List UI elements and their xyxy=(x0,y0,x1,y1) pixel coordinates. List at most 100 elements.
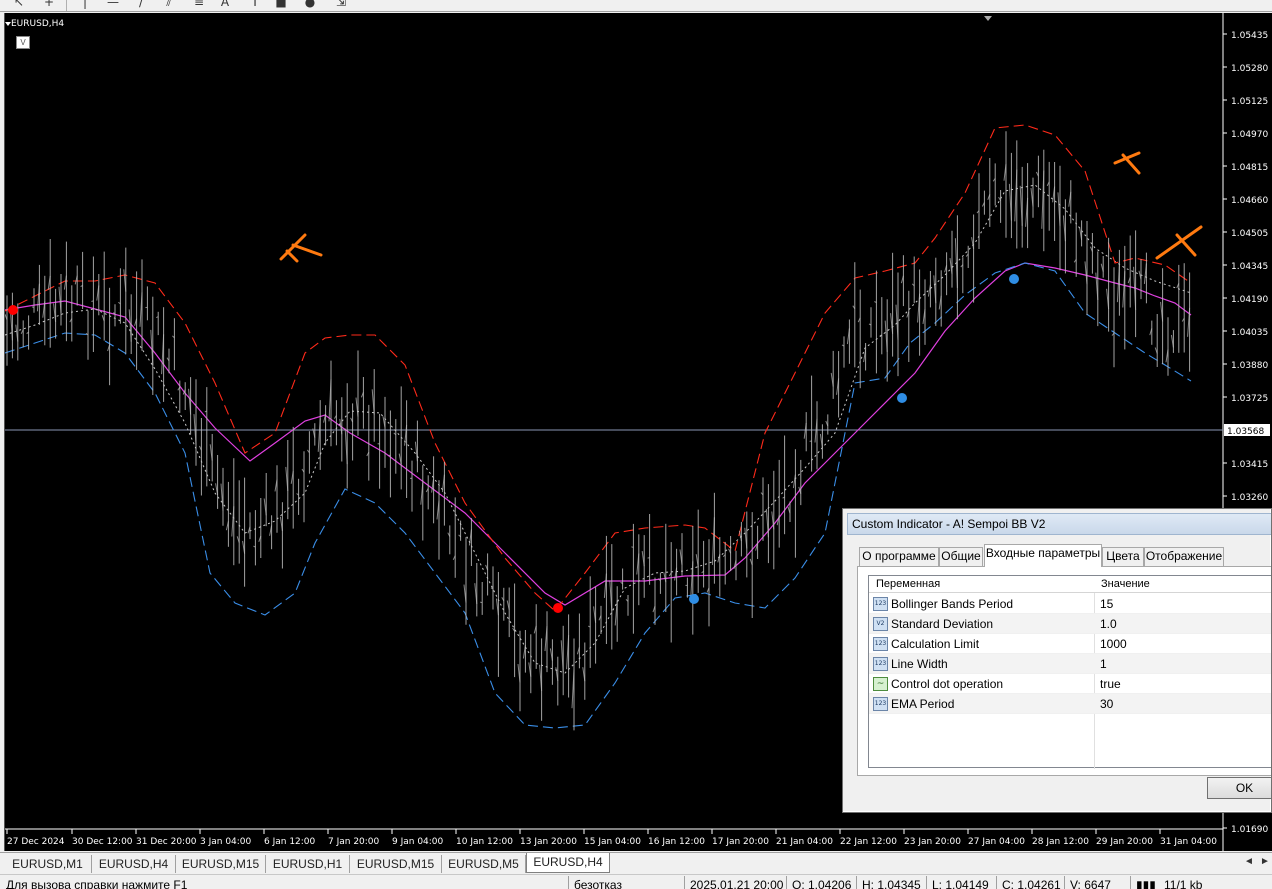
vertical-line-icon[interactable]: | xyxy=(74,0,96,10)
param-name: Calculation Limit xyxy=(891,637,980,651)
fibonacci-icon[interactable]: ≡ xyxy=(188,0,210,10)
chart-tab[interactable]: EURUSD,M1 xyxy=(4,855,92,873)
param-value[interactable]: 30 xyxy=(1100,694,1271,714)
time-axis-label: 28 Jan 12:00 xyxy=(1032,837,1089,847)
status-bar: Для вызова справки нажмите F1 безотказ 2… xyxy=(0,874,1272,889)
time-axis-label: 10 Jan 12:00 xyxy=(456,837,513,847)
connection-icon: ▮▮▮ xyxy=(1136,878,1156,889)
annotation-mark xyxy=(1155,225,1203,260)
time-axis-label: 29 Jan 20:00 xyxy=(1096,837,1153,847)
cursor-icon[interactable]: ↖ xyxy=(8,0,30,10)
price-bar-tick xyxy=(631,546,634,548)
tab-visualization[interactable]: Отображение xyxy=(1144,547,1224,566)
price-axis-label: 1.01690 xyxy=(1231,825,1268,835)
tab-colors[interactable]: Цвета xyxy=(1102,547,1144,566)
param-row[interactable]: V2 Standard Deviation 1.0 xyxy=(869,614,1271,634)
param-row[interactable]: 123 Calculation Limit 1000 xyxy=(869,634,1271,654)
param-value[interactable]: 15 xyxy=(1100,594,1271,614)
one-click-trading-toggle[interactable]: V xyxy=(16,36,30,49)
status-divider xyxy=(568,876,569,889)
param-row[interactable]: 123 Bollinger Bands Period 15 xyxy=(869,594,1271,614)
tab-about[interactable]: О программе xyxy=(859,547,939,566)
arrows-icon[interactable]: ⇲ xyxy=(330,0,352,10)
time-axis-label: 3 Jan 04:00 xyxy=(200,837,252,847)
equidistant-channel-icon[interactable]: ⫽ xyxy=(158,0,180,10)
text-icon[interactable]: A xyxy=(214,0,236,10)
chart-tab[interactable]: EURUSD,M15 xyxy=(350,855,442,873)
ok-button[interactable]: OK xyxy=(1207,777,1271,799)
label-icon[interactable]: T xyxy=(244,0,266,10)
time-axis-label: 13 Jan 20:00 xyxy=(520,837,577,847)
status-high: H: 1.04345 xyxy=(862,878,921,889)
rectangle-icon[interactable]: ■ xyxy=(270,0,292,10)
column-header-value[interactable]: Значение xyxy=(1094,576,1271,593)
ellipse-icon[interactable]: ● xyxy=(299,0,321,10)
chart-symbol-label: EURUSD,H4 xyxy=(11,19,65,29)
crosshair-icon[interactable]: + xyxy=(38,0,60,10)
chart-tab[interactable]: EURUSD,H4 xyxy=(92,855,176,873)
int-icon: 123 xyxy=(873,697,888,711)
sell-signal-dot xyxy=(8,305,18,315)
time-axis-label: 6 Jan 12:00 xyxy=(264,837,316,847)
status-profile[interactable]: безотказ xyxy=(574,878,622,889)
parameters-table: Переменная Значение 123 Bollinger Bands … xyxy=(868,575,1271,769)
param-value[interactable]: 1.0 xyxy=(1100,614,1271,634)
time-axis-label: 7 Jan 20:00 xyxy=(328,837,380,847)
price-bar-tick xyxy=(112,312,116,314)
double-icon: V2 xyxy=(873,617,888,631)
price-bar-tick xyxy=(647,557,650,559)
chart-tab[interactable]: EURUSD,M5 xyxy=(442,855,526,873)
int-icon: 123 xyxy=(873,657,888,671)
param-row[interactable]: 123 EMA Period 30 xyxy=(869,694,1271,714)
buy-signal-dot xyxy=(897,393,907,403)
current-price-label: 1.03568 xyxy=(1227,427,1264,437)
chart-tab[interactable]: EURUSD,H1 xyxy=(266,855,350,873)
custom-indicator-dialog: Custom Indicator - A! Sempoi BB V2 О про… xyxy=(842,508,1272,813)
tab-scroll-right-icon[interactable]: ► xyxy=(1260,856,1270,867)
time-axis-label: 31 Dec 20:00 xyxy=(136,837,197,847)
param-row[interactable]: 123 Line Width 1 xyxy=(869,654,1271,674)
chart-tab[interactable]: EURUSD,M15 xyxy=(176,855,266,873)
time-axis-label: 31 Jan 04:00 xyxy=(1160,837,1217,847)
status-open: O: 1.04206 xyxy=(792,878,852,889)
param-value[interactable]: 1 xyxy=(1100,654,1271,674)
dialog-title[interactable]: Custom Indicator - A! Sempoi BB V2 xyxy=(847,513,1271,535)
price-axis-label: 1.03415 xyxy=(1231,460,1268,470)
param-name: Control dot operation xyxy=(891,677,1004,691)
param-value[interactable]: 1000 xyxy=(1100,634,1271,654)
param-name: EMA Period xyxy=(891,697,955,711)
time-axis-label: 27 Dec 2024 xyxy=(7,837,65,847)
column-header-variable[interactable]: Переменная xyxy=(869,576,1094,593)
trendline-icon[interactable]: / xyxy=(130,0,152,10)
time-axis-label: 21 Jan 04:00 xyxy=(776,837,833,847)
price-axis-label: 1.04505 xyxy=(1231,229,1268,239)
price-axis-label: 1.03260 xyxy=(1231,493,1268,503)
param-value[interactable]: true xyxy=(1100,674,1271,694)
price-bar-tick xyxy=(480,601,483,604)
tab-inputs[interactable]: Входные параметры xyxy=(984,544,1102,567)
time-axis-label: 30 Dec 12:00 xyxy=(72,837,133,847)
time-axis-label: 22 Jan 12:00 xyxy=(840,837,897,847)
time-axis-label: 23 Jan 20:00 xyxy=(904,837,961,847)
sell-signal-dot xyxy=(553,603,563,613)
price-axis-label: 1.04815 xyxy=(1231,163,1268,173)
time-axis-label: 16 Jan 12:00 xyxy=(648,837,705,847)
tab-scroll-left-icon[interactable]: ◄ xyxy=(1244,856,1254,867)
price-axis-label: 1.03880 xyxy=(1231,361,1268,371)
status-divider xyxy=(856,876,857,889)
param-name: Standard Deviation xyxy=(891,617,994,631)
price-axis-label: 1.04035 xyxy=(1231,328,1268,338)
dialog-tabs: О программе Общие Входные параметры Цвет… xyxy=(857,544,1271,567)
chart-tab-active[interactable]: EURUSD,H4 xyxy=(526,853,610,873)
tab-common[interactable]: Общие xyxy=(939,547,983,566)
price-axis-label: 1.03725 xyxy=(1231,394,1268,404)
status-divider xyxy=(996,876,997,889)
horizontal-line-icon[interactable]: — xyxy=(102,0,124,10)
price-axis-label: 1.05125 xyxy=(1231,97,1268,107)
status-divider xyxy=(786,876,787,889)
drawing-toolbar: ↖ + | — / ⫽ ≡ A T ■ ● ⇲ xyxy=(0,0,1272,12)
status-traffic: 11/1 kb xyxy=(1164,878,1203,889)
param-row[interactable]: ~ Control dot operation true xyxy=(869,674,1271,694)
time-axis-label: 9 Jan 04:00 xyxy=(392,837,444,847)
terminal-window: ↖ + | — / ⫽ ≡ A T ■ ● ⇲ 1.05435 1.05280 1.… xyxy=(0,0,1272,889)
